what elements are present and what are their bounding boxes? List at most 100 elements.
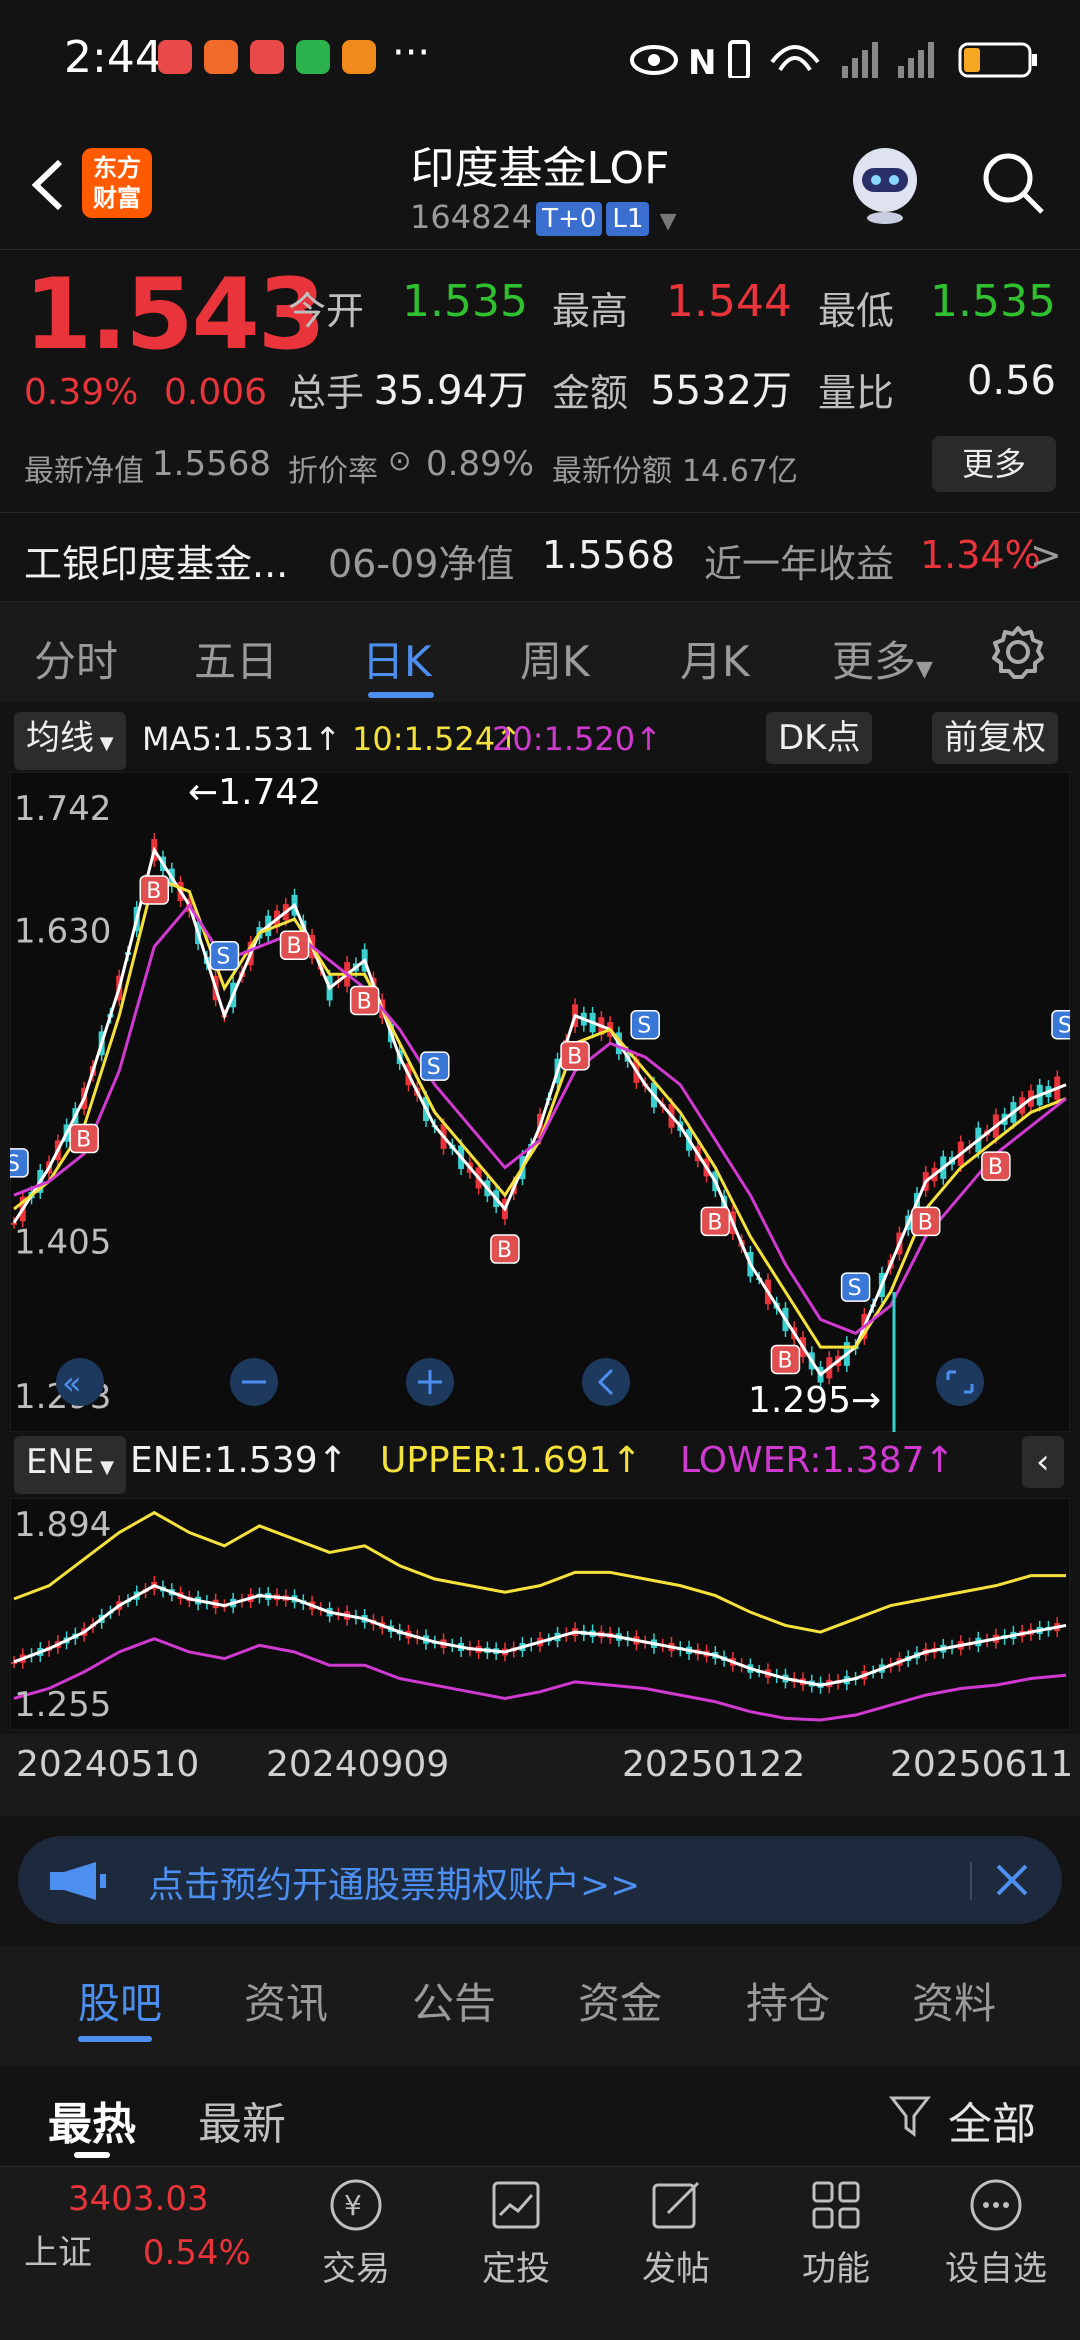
more-button[interactable]: 更多: [932, 436, 1056, 492]
ene-chart[interactable]: 1.894 1.255: [10, 1498, 1070, 1730]
ene-value: ENE:1.539↑: [130, 1440, 348, 1481]
tab-forum[interactable]: 股吧: [78, 1970, 162, 2031]
close-icon[interactable]: [992, 1860, 1032, 1900]
status-bar: 2:44 ··· N: [0, 0, 1080, 120]
nav-add-watchlist[interactable]: 设自选: [936, 2175, 1056, 2290]
marker-label: S: [637, 1014, 651, 1039]
chevron-right-icon: >: [1030, 533, 1062, 577]
amount-value: 5532万: [650, 368, 792, 414]
tab-daily-k[interactable]: 日K: [362, 628, 432, 689]
robot-assistant-icon[interactable]: [842, 140, 928, 226]
app-notification-icon: [204, 40, 238, 74]
open-value: 1.535: [402, 276, 528, 327]
svg-text:¥: ¥: [344, 2189, 362, 2222]
filter-label[interactable]: 全部: [948, 2088, 1036, 2152]
max-price-annotation: ←1.742: [188, 772, 321, 813]
sort-tabs: 最热 最新 全部: [0, 2066, 1080, 2166]
tab-profile[interactable]: 资料: [912, 1970, 996, 2031]
marker-label: B: [497, 1238, 512, 1263]
zoom-in-button[interactable]: [406, 1358, 454, 1406]
nav-label: 最新净值: [24, 454, 144, 489]
share-label: 最新份额: [552, 454, 672, 489]
fund-info-bar[interactable]: 工银印度基金... 06-09净值 1.5568 近一年收益 1.34% >: [0, 512, 1080, 602]
dk-point-button[interactable]: DK点: [766, 712, 873, 764]
ma-selector[interactable]: 均线 ▼: [14, 712, 126, 770]
nav-fixed-invest[interactable]: 定投: [456, 2175, 576, 2290]
scroll-left-fast-button[interactable]: «: [56, 1358, 104, 1406]
indicator-selector-label: ENE: [26, 1442, 95, 1482]
nav-value: 1.5568: [152, 444, 271, 484]
nav-label: 设自选: [945, 2249, 1047, 2289]
options-promo-banner[interactable]: 点击预约开通股票期权账户>>: [18, 1836, 1062, 1924]
high-value: 1.544: [666, 276, 792, 327]
min-price-annotation: 1.295→: [748, 1380, 881, 1421]
info-icon[interactable]: ⊙: [388, 444, 411, 477]
marker-label: S: [10, 1152, 20, 1177]
tab-more[interactable]: 更多▼: [832, 628, 933, 689]
tab-intraday[interactable]: 分时: [34, 628, 118, 689]
tab-holdings[interactable]: 持仓: [746, 1970, 830, 2031]
fund-nav: 1.5568: [542, 533, 675, 577]
banner-text: 点击预约开通股票期权账户>>: [148, 1865, 641, 1906]
tab-monthly-k[interactable]: 月K: [680, 628, 750, 689]
nav-label: 交易: [322, 2249, 390, 2289]
change-amount: 0.006: [164, 372, 268, 413]
volume-value: 35.94万: [373, 368, 528, 414]
volume-ratio-value: 0.56: [966, 358, 1056, 404]
adjust-price-button[interactable]: 前复权: [932, 712, 1058, 764]
sort-underline: [74, 2152, 110, 2158]
fund-code-row[interactable]: 164824 T+0 L1 ▼: [410, 198, 677, 236]
chevron-down-icon: ▼: [94, 733, 114, 754]
tab-news[interactable]: 资讯: [244, 1970, 328, 2031]
ma20-value: 20:1.520↑: [492, 720, 662, 758]
filter-icon[interactable]: [888, 2094, 932, 2138]
search-icon[interactable]: [978, 148, 1048, 218]
scroll-left-button[interactable]: [582, 1358, 630, 1406]
daily-k-chart[interactable]: 1.7421.6301.4051.293 SBBSBBSBBSBBSBBS ←1…: [10, 772, 1070, 1432]
chart-calendar-icon: [492, 2181, 540, 2229]
marker-label: B: [988, 1155, 1003, 1180]
indicator-selector[interactable]: ENE ▼: [14, 1436, 126, 1494]
y-tick-label: 1.630: [14, 912, 111, 952]
discount-label: 折价率: [288, 454, 378, 489]
tab-weekly-k[interactable]: 周K: [520, 628, 590, 689]
index-value: 3403.03: [68, 2179, 209, 2219]
tab-announcements[interactable]: 公告: [412, 1970, 496, 2031]
fund-code: 164824: [410, 198, 533, 236]
chevron-down-icon: ▼: [94, 1457, 114, 1478]
fullscreen-button[interactable]: [936, 1358, 984, 1406]
nav-post[interactable]: 发帖: [616, 2175, 736, 2290]
trade-icon: ¥: [330, 2179, 382, 2231]
share-value: 14.67亿: [682, 454, 798, 489]
volume-ratio-label: 量比: [818, 371, 895, 415]
year-return-value: 1.34%: [920, 533, 1041, 577]
marker-label: S: [1058, 1014, 1070, 1039]
high-label: 最高: [552, 289, 629, 333]
chart-period-tabs: 分时 五日 日K 周K 月K 更多▼: [0, 602, 1080, 702]
megaphone-icon: [50, 1862, 106, 1900]
fund-name: 工银印度基金...: [24, 542, 289, 586]
nav-date: 06-09净值: [328, 542, 515, 586]
amount-label: 金额: [552, 371, 629, 415]
nav-functions[interactable]: 功能: [776, 2175, 896, 2290]
index-ticker[interactable]: 3403.03 上证 0.54%: [24, 2179, 274, 2274]
system-status-icons: N: [630, 40, 1037, 78]
date-tick: 20250122: [622, 1744, 806, 1785]
collapse-arrow-icon[interactable]: ‹: [1022, 1436, 1064, 1488]
tab-five-day[interactable]: 五日: [194, 628, 278, 689]
status-time: 2:44: [64, 32, 163, 83]
nav-label: 定投: [482, 2249, 550, 2289]
app-header: 东方 财富 印度基金LOF 164824 T+0 L1 ▼: [0, 120, 1080, 250]
tab-funds-flow[interactable]: 资金: [578, 1970, 662, 2031]
zoom-out-button[interactable]: [230, 1358, 278, 1406]
grid-icon: [812, 2181, 860, 2229]
marker-label: B: [146, 879, 161, 904]
nav-trade[interactable]: ¥ 交易: [296, 2175, 416, 2290]
open-label: 今开: [288, 289, 365, 333]
y-tick-label: 1.894: [14, 1505, 111, 1545]
ma-selector-label: 均线: [26, 718, 94, 758]
sort-hot[interactable]: 最热: [48, 2088, 136, 2152]
index-name: 上证: [24, 2233, 92, 2273]
sort-new[interactable]: 最新: [198, 2088, 286, 2152]
gear-icon[interactable]: [990, 624, 1046, 680]
